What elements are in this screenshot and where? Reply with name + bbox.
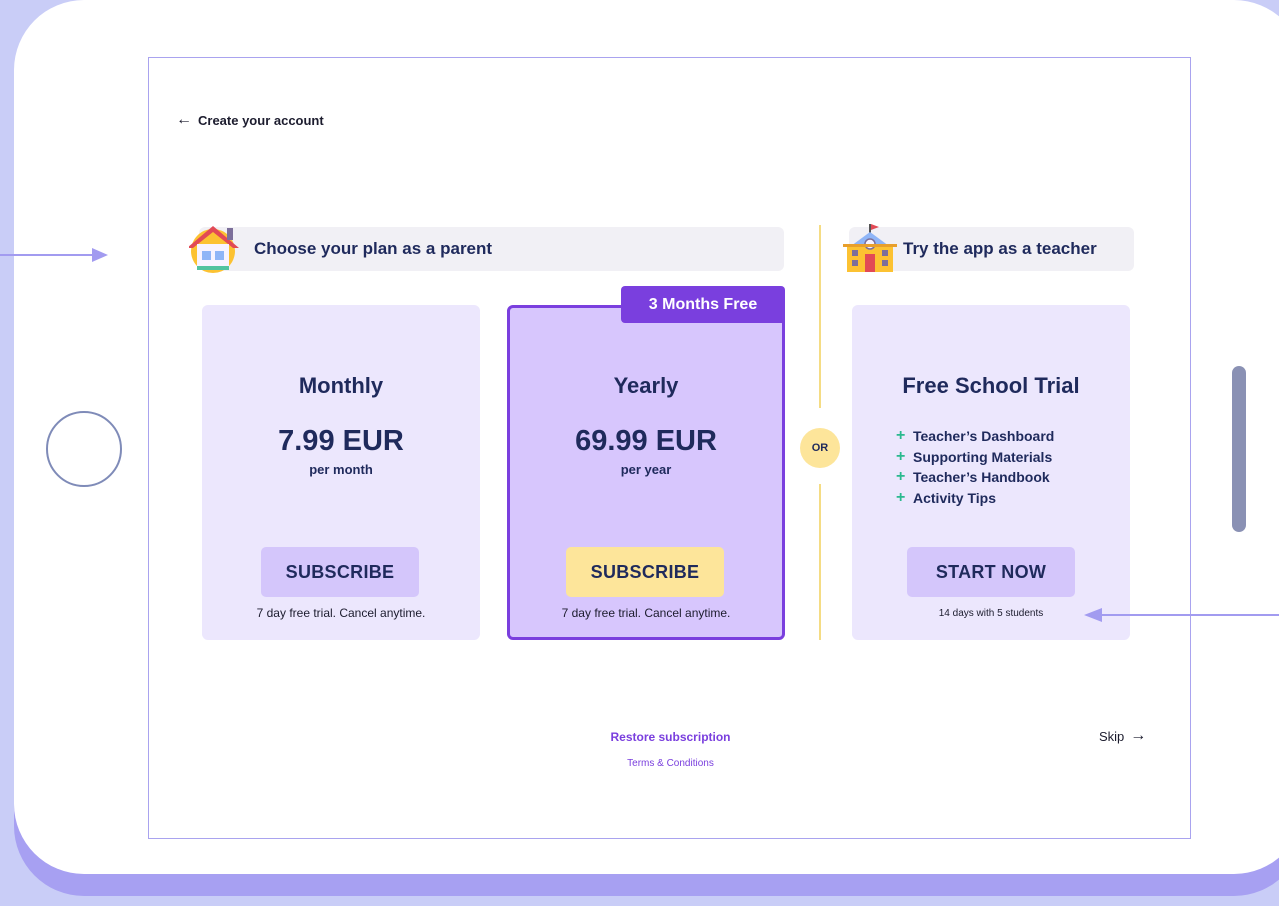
terms-link[interactable]: Terms & Conditions xyxy=(149,758,1192,769)
arrow-left-icon: ← xyxy=(176,111,192,128)
skip-label: Skip xyxy=(1099,728,1125,744)
feature-label: Supporting Materials xyxy=(913,448,1053,465)
plan-note: 7 day free trial. Cancel anytime. xyxy=(561,606,731,620)
plus-icon: + xyxy=(896,468,906,485)
plus-icon: + xyxy=(896,447,906,465)
school-icon xyxy=(843,224,897,272)
plus-icon: + xyxy=(896,488,906,506)
list-item: + Supporting Materials xyxy=(896,447,1054,468)
list-item: + Teacher’s Dashboard xyxy=(896,426,1054,447)
tablet-home-button xyxy=(46,411,122,487)
list-item: + Activity Tips xyxy=(896,488,1054,509)
restore-subscription-link[interactable]: Restore subscription xyxy=(149,730,1192,744)
start-now-button[interactable]: START NOW xyxy=(907,547,1075,597)
plan-card-monthly[interactable]: Monthly 7.99 EUR per month SUBSCRIBE 7 d… xyxy=(202,305,480,640)
plan-price: 69.99 EUR xyxy=(575,425,717,457)
plan-note: 7 day free trial. Cancel anytime. xyxy=(256,606,426,620)
annotation-arrow-right-head xyxy=(1084,608,1102,622)
annotation-arrow-left xyxy=(0,254,96,256)
list-item: + Teacher’s Handbook xyxy=(896,467,1054,488)
subscribe-yearly-button[interactable]: SUBSCRIBE xyxy=(566,547,724,597)
parent-section-header: Choose your plan as a parent xyxy=(199,227,784,271)
plan-price: 7.99 EUR xyxy=(278,425,404,457)
trial-name: Free School Trial xyxy=(902,373,1080,398)
plan-period: per year xyxy=(620,462,672,477)
promo-badge: 3 Months Free xyxy=(621,286,785,323)
or-badge: OR xyxy=(800,428,840,468)
feature-label: Teacher’s Handbook xyxy=(913,469,1050,485)
app-screen: ← Create your account Choose your plan a… xyxy=(148,57,1191,839)
annotation-arrow-right xyxy=(1100,614,1279,616)
annotation-arrow-left-head xyxy=(92,248,108,262)
back-button[interactable]: ← Create your account xyxy=(176,112,324,128)
back-label: Create your account xyxy=(198,112,324,128)
skip-button[interactable]: Skip → xyxy=(1099,728,1146,744)
subscribe-monthly-button[interactable]: SUBSCRIBE xyxy=(261,547,419,597)
plan-name: Yearly xyxy=(613,373,679,398)
feature-list: + Teacher’s Dashboard + Supporting Mater… xyxy=(896,426,1054,508)
tablet-side-button xyxy=(1232,366,1246,532)
section-divider xyxy=(819,225,821,408)
plus-icon: + xyxy=(896,427,906,444)
parent-section-title: Choose your plan as a parent xyxy=(254,239,493,258)
teacher-section-title: Try the app as a teacher xyxy=(903,239,1097,258)
plan-period: per month xyxy=(309,462,373,477)
arrow-right-icon: → xyxy=(1130,727,1147,744)
plan-card-yearly[interactable]: 3 Months Free Yearly 69.99 EUR per year … xyxy=(507,286,785,640)
teacher-trial-card: Free School Trial + Teacher’s Dashboard … xyxy=(852,305,1130,640)
plan-name: Monthly xyxy=(298,373,384,398)
feature-label: Teacher’s Dashboard xyxy=(913,428,1055,444)
feature-label: Activity Tips xyxy=(913,489,996,506)
house-icon xyxy=(189,226,239,273)
section-divider xyxy=(819,484,821,640)
